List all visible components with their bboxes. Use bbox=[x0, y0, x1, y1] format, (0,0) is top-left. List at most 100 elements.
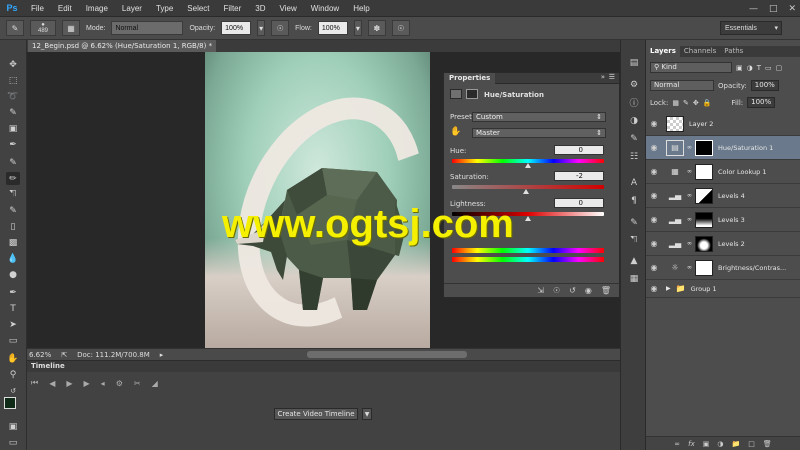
menu-layer[interactable]: Layer bbox=[115, 0, 149, 17]
airbrush-icon[interactable]: ✽ bbox=[367, 20, 386, 36]
dodge-tool-icon[interactable]: ● bbox=[6, 268, 20, 281]
lasso-tool-icon[interactable]: ➰ bbox=[6, 90, 20, 103]
transition-icon[interactable]: ◢ bbox=[152, 379, 158, 388]
menu-3d[interactable]: 3D bbox=[248, 0, 272, 17]
opacity-dropdown-icon[interactable]: ▾ bbox=[257, 20, 266, 36]
layer-mask-thumbnail[interactable] bbox=[695, 187, 713, 204]
blur-tool-icon[interactable]: 💧 bbox=[6, 252, 20, 265]
type-tool-icon[interactable]: T bbox=[6, 302, 20, 315]
add-mask-icon[interactable]: ▣ bbox=[703, 440, 710, 448]
horizontal-scrollbar[interactable] bbox=[307, 351, 467, 358]
tab-paths[interactable]: Paths bbox=[720, 46, 747, 57]
quick-select-tool-icon[interactable]: ✎ bbox=[6, 106, 20, 119]
menu-type[interactable]: Type bbox=[149, 0, 180, 17]
targeted-adjustment-hand-icon[interactable]: ✋ bbox=[450, 127, 461, 137]
pen-tool-icon[interactable]: ✒ bbox=[6, 286, 20, 299]
clone-source-icon[interactable]: ⛠ bbox=[627, 234, 641, 247]
lightness-input[interactable]: 0 bbox=[554, 198, 604, 208]
hue-input[interactable]: 0 bbox=[554, 145, 604, 155]
visibility-eye-icon[interactable]: ◉ bbox=[646, 263, 662, 272]
layer-row-layer-2[interactable]: ◉ Layer 2 bbox=[646, 112, 800, 136]
visibility-eye-icon[interactable]: ◉ bbox=[646, 119, 662, 128]
saturation-input[interactable]: -2 bbox=[554, 171, 604, 181]
blend-mode-select[interactable]: Normal bbox=[650, 80, 714, 91]
clone-stamp-tool-icon[interactable]: ⛠ bbox=[6, 188, 20, 201]
play-icon[interactable]: ▶ bbox=[66, 379, 72, 388]
close-icon[interactable]: ✕ bbox=[788, 4, 796, 14]
new-adjustment-icon[interactable]: ◑ bbox=[717, 440, 723, 448]
swatches-icon[interactable]: ▦ bbox=[627, 272, 641, 285]
chain-link-icon[interactable]: ∞ bbox=[687, 144, 692, 151]
screen-mode-icon[interactable]: ▭ bbox=[6, 436, 20, 449]
visibility-eye-icon[interactable]: ◉ bbox=[646, 143, 662, 152]
swap-colors-icon[interactable]: ↺ bbox=[6, 384, 20, 397]
collapse-icon[interactable]: » bbox=[601, 73, 605, 81]
menu-window[interactable]: Window bbox=[304, 0, 346, 17]
styles-icon[interactable]: ☷ bbox=[627, 150, 641, 163]
chain-link-icon[interactable]: ∞ bbox=[687, 240, 692, 247]
chain-link-icon[interactable]: ∞ bbox=[687, 168, 692, 175]
brush-tool-preset-icon[interactable]: ✎ bbox=[6, 20, 24, 36]
lock-pixels-icon[interactable]: ✎ bbox=[683, 99, 689, 107]
zoom-tool-icon[interactable]: ⚲ bbox=[6, 368, 20, 381]
settings-gear-icon[interactable]: ⚙ bbox=[116, 379, 123, 388]
previous-frame-icon[interactable]: ◀ bbox=[49, 379, 55, 388]
eraser-tool-icon[interactable]: ▯ bbox=[6, 220, 20, 233]
pressure-opacity-icon[interactable]: ☉ bbox=[271, 20, 290, 36]
quick-mask-icon[interactable]: ▣ bbox=[6, 420, 20, 433]
filter-shape-icon[interactable]: ▭ bbox=[765, 64, 772, 72]
brush-panel-icon[interactable]: ✎ bbox=[627, 216, 641, 229]
properties-tab[interactable]: Properties bbox=[444, 73, 496, 84]
menu-help[interactable]: Help bbox=[346, 0, 376, 17]
brush-tool-icon[interactable]: ✏ bbox=[6, 172, 20, 185]
expand-arrow-icon[interactable]: ▶ bbox=[666, 285, 671, 292]
fx-icon[interactable]: fx bbox=[688, 440, 695, 448]
visibility-eye-icon[interactable]: ◉ bbox=[646, 167, 662, 176]
paragraph-icon[interactable]: ¶ bbox=[627, 194, 641, 207]
brush-presets-icon[interactable]: ✎ bbox=[627, 132, 641, 145]
document-tab[interactable]: 12_Begin.psd @ 6.62% (Hue/Saturation 1, … bbox=[28, 40, 216, 62]
chain-link-icon[interactable]: ∞ bbox=[687, 264, 692, 271]
filter-pixel-icon[interactable]: ▣ bbox=[736, 64, 743, 72]
menu-select[interactable]: Select bbox=[180, 0, 216, 17]
channel-select[interactable]: Master ⇕ bbox=[472, 128, 606, 138]
visibility-eye-icon[interactable]: ◉ bbox=[646, 284, 662, 293]
visibility-eye-icon[interactable]: ◉ bbox=[646, 215, 662, 224]
gradient-tool-icon[interactable]: ▩ bbox=[6, 236, 20, 249]
move-tool-icon[interactable]: ✥ bbox=[6, 58, 20, 71]
pressure-size-icon[interactable]: ☉ bbox=[391, 20, 410, 36]
character-icon[interactable]: A bbox=[627, 176, 641, 189]
hand-tool-icon[interactable]: ✋ bbox=[6, 352, 20, 365]
hue-slider-thumb[interactable] bbox=[525, 163, 531, 168]
fill-input[interactable]: 100% bbox=[747, 97, 776, 108]
menu-edit[interactable]: Edit bbox=[51, 0, 79, 17]
info-icon[interactable]: ⓘ bbox=[627, 96, 641, 109]
path-selection-tool-icon[interactable]: ➤ bbox=[6, 318, 20, 331]
delete-layer-icon[interactable]: 🗑 bbox=[763, 440, 772, 448]
healing-brush-tool-icon[interactable]: ✎ bbox=[6, 156, 20, 169]
link-layers-icon[interactable]: ∞ bbox=[674, 440, 680, 448]
opacity-input[interactable]: 100% bbox=[221, 21, 252, 35]
filter-type-icon[interactable]: T bbox=[757, 64, 761, 72]
export-icon[interactable]: ⇱ bbox=[61, 351, 67, 359]
status-menu-icon[interactable]: ▸ bbox=[160, 351, 164, 359]
reset-icon[interactable]: ↺ bbox=[569, 286, 576, 295]
layer-row-brightness-contrast[interactable]: ◉ ☼ ∞ Brightness/Contras... bbox=[646, 256, 800, 280]
panel-menu-icon[interactable]: ☰ bbox=[609, 73, 615, 81]
first-frame-icon[interactable]: ⏮ bbox=[31, 378, 38, 388]
layer-row-levels-2[interactable]: ◉ ▂▄ ∞ Levels 2 bbox=[646, 232, 800, 256]
new-layer-icon[interactable]: □ bbox=[748, 440, 755, 448]
lock-transparency-icon[interactable]: ▦ bbox=[672, 99, 679, 107]
layer-row-group-1[interactable]: ◉ ▶ 📁 Group 1 bbox=[646, 280, 800, 298]
flow-dropdown-icon[interactable]: ▾ bbox=[353, 20, 362, 36]
menu-view[interactable]: View bbox=[273, 0, 304, 17]
marquee-tool-icon[interactable]: ⬚ bbox=[6, 74, 20, 87]
saturation-slider-thumb[interactable] bbox=[523, 189, 530, 194]
layer-mask-thumbnail[interactable] bbox=[695, 211, 713, 228]
foreground-color-swatch[interactable] bbox=[4, 397, 16, 409]
layer-filter-select[interactable]: ⚲ Kind bbox=[650, 62, 732, 73]
adjustments-icon[interactable]: ◑ bbox=[627, 114, 641, 127]
layer-mask-icon[interactable] bbox=[466, 89, 478, 99]
trash-icon[interactable]: 🗑 bbox=[601, 286, 611, 295]
new-group-icon[interactable]: 📁 bbox=[731, 440, 740, 448]
